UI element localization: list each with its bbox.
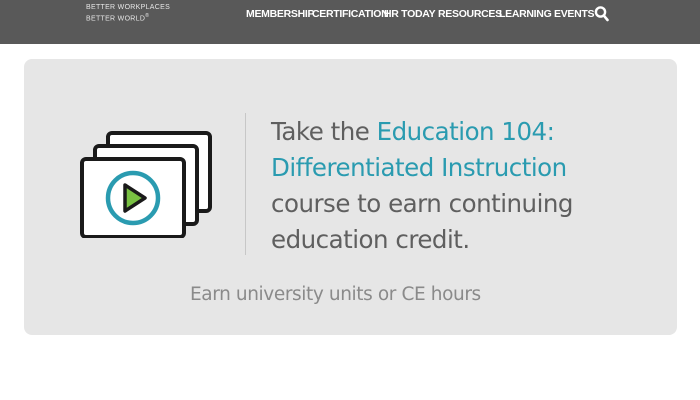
vertical-divider (245, 113, 246, 255)
headline-suffix: course to earn continuing education cred… (271, 189, 573, 254)
trademark-mark: ® (145, 13, 150, 19)
nav-events[interactable]: EVENTS (554, 8, 595, 20)
course-headline: Take the Education 104: Differentiated I… (271, 114, 651, 258)
tagline-line-1: BETTER WORKPLACES (86, 4, 171, 11)
site-header: BETTER WORKPLACES BETTER WORLD® MEMBERSH… (0, 0, 700, 44)
tagline-line-2: BETTER WORLD® (86, 13, 150, 23)
search-icon[interactable] (594, 5, 610, 23)
video-course-icon (80, 130, 214, 239)
nav-certification[interactable]: CERTIFICATION (312, 8, 389, 20)
nav-hr-today[interactable]: HR TODAY (384, 8, 436, 20)
nav-resources[interactable]: RESOURCES (438, 8, 502, 20)
brand-tagline[interactable]: BETTER WORKPLACES BETTER WORLD® (86, 3, 170, 23)
headline-prefix: Take the (271, 117, 377, 146)
nav-membership[interactable]: MEMBERSHIP (246, 8, 314, 20)
ce-hours-text: Earn university units or CE hours (190, 284, 481, 305)
nav-learning[interactable]: LEARNING (499, 8, 552, 20)
